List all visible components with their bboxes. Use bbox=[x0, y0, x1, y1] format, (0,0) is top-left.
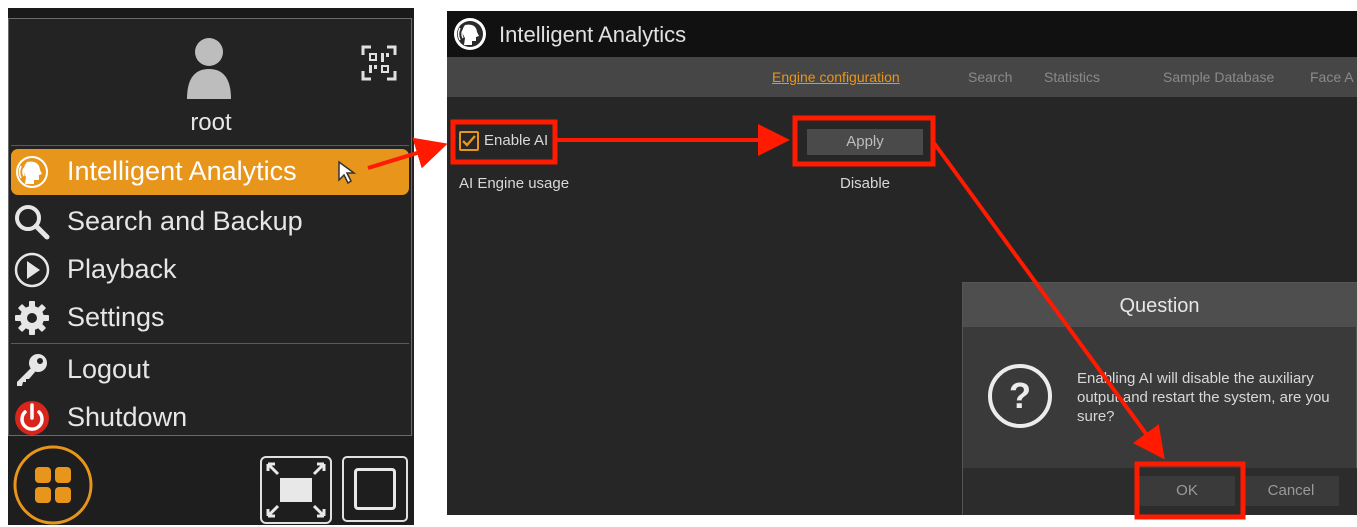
menu-item-shutdown[interactable]: Shutdown bbox=[11, 395, 409, 441]
menu-item-settings[interactable]: Settings bbox=[11, 295, 409, 341]
dialog-message: Enabling AI will disable the auxiliary o… bbox=[1077, 370, 1330, 425]
tab-search[interactable]: Search bbox=[968, 69, 1012, 85]
tab-engine-configuration[interactable]: Engine configuration bbox=[772, 69, 900, 85]
window-titlebar: Intelligent Analytics bbox=[447, 11, 1357, 57]
main-menu-panel: root Intelligent Analytics Search and Ba… bbox=[8, 8, 414, 525]
menu-item-label: Shutdown bbox=[67, 402, 188, 432]
dialog-footer: OK Cancel bbox=[963, 468, 1357, 515]
cancel-button[interactable]: Cancel bbox=[1243, 476, 1339, 506]
tab-statistics[interactable]: Statistics bbox=[1044, 69, 1100, 85]
dialog-header: Question bbox=[963, 283, 1357, 327]
gear-icon bbox=[15, 301, 49, 335]
menu-item-playback[interactable]: Playback bbox=[11, 247, 409, 293]
apply-button[interactable]: Apply bbox=[807, 129, 923, 155]
checkmark-icon bbox=[462, 135, 476, 147]
ai-engine-usage-label: AI Engine usage bbox=[459, 175, 570, 192]
search-icon bbox=[15, 205, 50, 240]
single-view-icon bbox=[354, 468, 396, 510]
user-avatar-icon bbox=[187, 38, 231, 99]
menu-top-strip bbox=[8, 8, 414, 18]
svg-text:?: ? bbox=[1009, 375, 1031, 416]
intelligent-analytics-window: Intelligent Analytics Engine configurati… bbox=[447, 11, 1357, 515]
menu-divider bbox=[11, 145, 409, 146]
dialog-title: Question bbox=[1119, 295, 1200, 317]
menu-item-intelligent-analytics[interactable]: Intelligent Analytics bbox=[11, 149, 409, 195]
menu-frame: root Intelligent Analytics Search and Ba… bbox=[8, 18, 412, 436]
enable-ai-label: Enable AI bbox=[484, 132, 549, 149]
key-icon bbox=[17, 354, 47, 386]
question-mark-icon: ? bbox=[988, 364, 1052, 428]
fullscreen-icon[interactable] bbox=[260, 456, 332, 524]
single-view-button[interactable] bbox=[342, 456, 408, 522]
menu-item-search-and-backup[interactable]: Search and Backup bbox=[11, 199, 409, 245]
tab-bar: Engine configuration Search Statistics S… bbox=[447, 57, 1357, 97]
menu-divider bbox=[11, 343, 409, 344]
tab-sample-database[interactable]: Sample Database bbox=[1163, 69, 1274, 85]
mouse-cursor-icon bbox=[338, 160, 357, 185]
menu-item-label: Search and Backup bbox=[67, 206, 303, 236]
menu-item-label: Intelligent Analytics bbox=[67, 156, 297, 186]
power-icon bbox=[15, 401, 49, 435]
tab-face-a[interactable]: Face A bbox=[1310, 69, 1354, 85]
menu-item-label: Logout bbox=[67, 354, 150, 384]
ok-button[interactable]: OK bbox=[1139, 476, 1235, 506]
menu-item-label: Settings bbox=[67, 302, 165, 332]
ai-head-icon bbox=[454, 18, 486, 50]
qr-code-icon[interactable] bbox=[361, 45, 397, 81]
menu-bottom-bar bbox=[8, 436, 414, 525]
menu-item-logout[interactable]: Logout bbox=[11, 347, 409, 393]
apps-grid-icon[interactable] bbox=[12, 444, 94, 525]
window-title: Intelligent Analytics bbox=[499, 22, 687, 47]
question-dialog: Question ? Enabling AI will disable the … bbox=[962, 282, 1357, 515]
user-name: root bbox=[190, 109, 232, 136]
ai-head-icon bbox=[14, 154, 50, 190]
menu-item-label: Playback bbox=[67, 254, 177, 284]
play-icon bbox=[14, 252, 50, 288]
ai-engine-usage-value: Disable bbox=[839, 175, 891, 192]
enable-ai-checkbox[interactable] bbox=[459, 131, 479, 151]
screenshot-root: root Intelligent Analytics Search and Ba… bbox=[0, 0, 1357, 527]
